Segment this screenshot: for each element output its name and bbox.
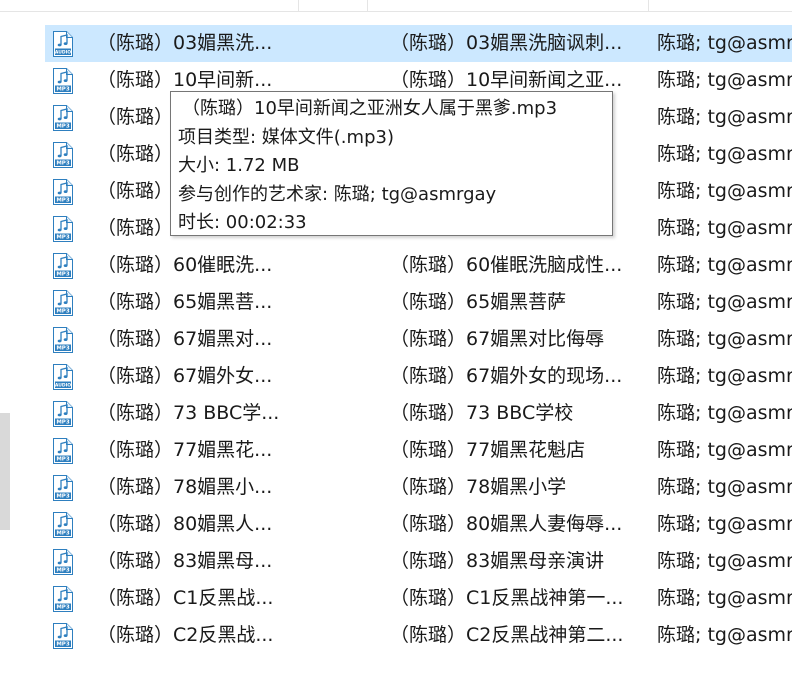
file-title: （陈璐）65媚黑菩萨 (390, 291, 567, 313)
file-row[interactable]: MP3 （陈璐）73 BBC学... （陈璐）73 BBC学校 陈璐; tg@asmr… (45, 395, 792, 432)
file-title: （陈璐）67媚黑对比侮辱 (390, 328, 605, 350)
svg-text:MP3: MP3 (56, 642, 70, 648)
svg-text:MP3: MP3 (56, 605, 70, 611)
file-title: （陈璐）83媚黑母亲演讲 (390, 550, 605, 572)
scrollbar-thumb[interactable] (0, 413, 10, 530)
file-title: （陈璐）C2反黑战神第二... (390, 624, 624, 646)
mp3-file-icon: MP3 (52, 179, 74, 205)
column-divider[interactable] (298, 0, 299, 11)
file-title: （陈璐）80媚黑人妻侮辱... (390, 513, 623, 535)
file-title: （陈璐）C1反黑战神第一... (390, 587, 624, 609)
file-row[interactable]: AUDIO （陈璐）67媚外女... （陈璐）67媚外女的现场... 陈璐; tg@a… (45, 358, 792, 395)
svg-text:MP3: MP3 (56, 494, 70, 500)
file-info-tooltip: （陈璐）10早间新闻之亚洲女人属于黑爹.mp3 项目类型: 媒体文件(.mp3)… (170, 91, 613, 236)
mp3-file-icon: MP3 (52, 475, 74, 501)
mp3-file-icon: MP3 (52, 512, 74, 538)
svg-text:MP3: MP3 (56, 198, 70, 204)
svg-text:MP3: MP3 (56, 568, 70, 574)
file-row[interactable]: MP3 （陈璐）67媚黑对... （陈璐）67媚黑对比侮辱 陈璐; tg@asmrga… (45, 321, 792, 358)
svg-text:MP3: MP3 (56, 235, 70, 241)
file-row[interactable]: MP3 （陈璐）83媚黑母... （陈璐）83媚黑母亲演讲 陈璐; tg@asmrga… (45, 543, 792, 580)
mp3-file-icon: MP3 (52, 290, 74, 316)
file-artist: 陈璐; tg@asmrgay (657, 624, 792, 646)
file-title: （陈璐）77媚黑花魁店 (390, 439, 586, 461)
file-row[interactable]: MP3 （陈璐）C1反黑战... （陈璐）C1反黑战神第一... 陈璐; tg@asm… (45, 580, 792, 617)
svg-text:AUDIO: AUDIO (55, 50, 71, 56)
file-title: （陈璐）03媚黑洗脑讽刺... (390, 32, 623, 54)
mp3-file-icon: MP3 (52, 253, 74, 279)
file-name: （陈璐）C1反黑战... (97, 587, 274, 609)
file-artist: 陈璐; tg@asmrgay (657, 217, 792, 239)
svg-text:MP3: MP3 (56, 272, 70, 278)
file-artist: 陈璐; tg@asmrgay (657, 587, 792, 609)
file-row[interactable]: MP3 （陈璐）60催眠洗... （陈璐）60催眠洗脑成性... 陈璐; tg@asm… (45, 247, 792, 284)
svg-text:MP3: MP3 (56, 124, 70, 130)
file-name: （陈璐）73 BBC学... (97, 402, 280, 424)
file-name: （陈璐）60催眠洗... (97, 254, 273, 276)
file-name: （陈璐）77媚黑花... (97, 439, 273, 461)
file-row[interactable]: MP3 （陈璐）78媚黑小... （陈璐）78媚黑小学 陈璐; tg@asmrgay (45, 469, 792, 506)
tooltip-size: 大小: 1.72 MB (178, 155, 300, 176)
svg-text:MP3: MP3 (56, 309, 70, 315)
file-artist: 陈璐; tg@asmrgay (657, 143, 792, 165)
mp3-file-icon: MP3 (52, 327, 74, 353)
audio-file-icon: AUDIO (52, 31, 74, 57)
mp3-file-icon: MP3 (52, 105, 74, 131)
tooltip-artist: 参与创作的艺术家: 陈璐; tg@asmrgay (178, 183, 497, 205)
file-name: （陈璐）03媚黑洗... (97, 32, 273, 54)
svg-text:MP3: MP3 (56, 531, 70, 537)
file-artist: 陈璐; tg@asmrgay (657, 328, 792, 350)
file-title: （陈璐）60催眠洗脑成性... (390, 254, 623, 276)
file-artist: 陈璐; tg@asmrgay (657, 476, 792, 498)
file-name: （陈璐）67媚外女... (97, 365, 273, 387)
file-artist: 陈璐; tg@asmrgay (657, 291, 792, 313)
column-header (0, 0, 792, 12)
column-divider[interactable] (367, 0, 368, 11)
file-artist: 陈璐; tg@asmrgay (657, 439, 792, 461)
file-name: （陈璐）83媚黑母... (97, 550, 273, 572)
file-title: （陈璐）73 BBC学校 (390, 402, 574, 424)
svg-text:MP3: MP3 (56, 346, 70, 352)
svg-text:AUDIO: AUDIO (55, 383, 71, 389)
mp3-file-icon: MP3 (52, 549, 74, 575)
mp3-file-icon: MP3 (52, 438, 74, 464)
file-title: （陈璐）78媚黑小学 (390, 476, 567, 498)
svg-text:MP3: MP3 (56, 161, 70, 167)
audio-file-icon: AUDIO (52, 364, 74, 390)
file-name: （陈璐）C2反黑战... (97, 624, 274, 646)
file-artist: 陈璐; tg@asmrgay (657, 365, 792, 387)
tooltip-filename: （陈璐）10早间新闻之亚洲女人属于黑爹.mp3 (182, 98, 558, 119)
file-name: （陈璐）80媚黑人... (97, 513, 273, 535)
file-name: （陈璐）67媚黑对... (97, 328, 273, 350)
mp3-file-icon: MP3 (52, 216, 74, 242)
tooltip-item-type: 项目类型: 媒体文件(.mp3) (178, 126, 394, 148)
svg-text:MP3: MP3 (56, 87, 70, 93)
file-row[interactable]: MP3 （陈璐）77媚黑花... （陈璐）77媚黑花魁店 陈璐; tg@asmrgay (45, 432, 792, 469)
mp3-file-icon: MP3 (52, 142, 74, 168)
column-divider[interactable] (648, 0, 649, 11)
tooltip-duration: 时长: 00:02:33 (178, 212, 307, 233)
mp3-file-icon: MP3 (52, 586, 74, 612)
file-row[interactable]: MP3 （陈璐）C2反黑战... （陈璐）C2反黑战神第二... 陈璐; tg@asm… (45, 617, 792, 654)
file-title: （陈璐）67媚外女的现场... (390, 365, 623, 387)
mp3-file-icon: MP3 (52, 623, 74, 649)
file-row[interactable]: MP3 （陈璐）80媚黑人... （陈璐）80媚黑人妻侮辱... 陈璐; tg@asm… (45, 506, 792, 543)
file-name: （陈璐）65媚黑菩... (97, 291, 273, 313)
file-name: （陈璐）78媚黑小... (97, 476, 273, 498)
file-artist: 陈璐; tg@asmrgay (657, 550, 792, 572)
file-artist: 陈璐; tg@asmrgay (657, 513, 792, 535)
file-row[interactable]: MP3 （陈璐）65媚黑菩... （陈璐）65媚黑菩萨 陈璐; tg@asmrgay (45, 284, 792, 321)
svg-text:MP3: MP3 (56, 420, 70, 426)
file-artist: 陈璐; tg@asmrgay (657, 32, 792, 54)
file-artist: 陈璐; tg@asmrgay (657, 180, 792, 202)
file-artist: 陈璐; tg@asmrgay (657, 106, 792, 128)
file-artist: 陈璐; tg@asmrgay (657, 69, 792, 91)
file-artist: 陈璐; tg@asmrgay (657, 254, 792, 276)
mp3-file-icon: MP3 (52, 401, 74, 427)
file-row[interactable]: AUDIO （陈璐）03媚黑洗... （陈璐）03媚黑洗脑讽刺... 陈璐; tg@a… (45, 25, 792, 62)
file-artist: 陈璐; tg@asmrgay (657, 402, 792, 424)
svg-text:MP3: MP3 (56, 457, 70, 463)
mp3-file-icon: MP3 (52, 68, 74, 94)
